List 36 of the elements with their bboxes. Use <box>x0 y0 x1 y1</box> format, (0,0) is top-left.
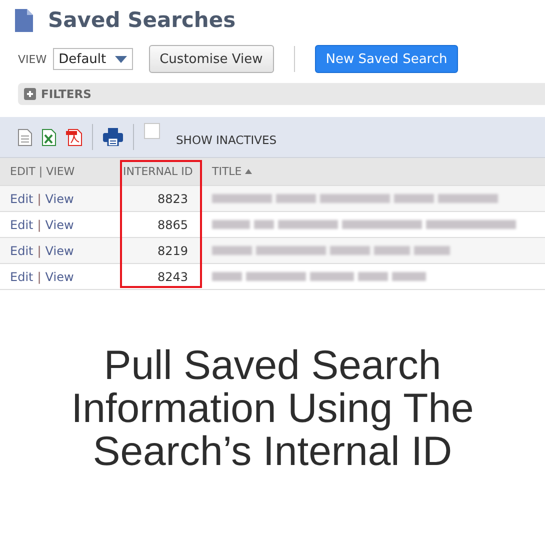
print-icon[interactable] <box>103 128 123 146</box>
edit-link[interactable]: Edit <box>10 218 34 232</box>
table-cell: 8243 <box>120 264 202 290</box>
caret-icon <box>114 56 127 62</box>
view-label: VIEW <box>18 52 47 66</box>
table-cell: 8823 <box>120 186 202 212</box>
view-link[interactable]: View <box>45 244 74 258</box>
caption-line: Search’s Internal ID <box>92 430 452 473</box>
filters-bar[interactable]: FILTERS <box>18 83 545 105</box>
document-icon[interactable] <box>18 128 32 146</box>
separator: | <box>37 244 42 258</box>
edit-link[interactable]: Edit <box>10 192 34 206</box>
customise-button[interactable]: Customise View <box>148 45 274 73</box>
document-icon <box>14 8 34 32</box>
separator: | <box>37 270 42 284</box>
view-link[interactable]: View <box>45 192 74 206</box>
spreadsheet-icon[interactable] <box>42 128 56 146</box>
plus-icon[interactable] <box>24 88 36 100</box>
view-link[interactable]: View <box>45 218 74 232</box>
filters-label: FILTERS <box>41 87 92 101</box>
edit-link[interactable]: Edit <box>10 244 34 258</box>
table-cell: 8219 <box>120 238 202 264</box>
view-link[interactable]: View <box>45 270 74 284</box>
column-header[interactable]: TITLE <box>202 158 545 186</box>
view-dropdown[interactable]: Default <box>52 48 133 70</box>
caption-line: Information Using The <box>71 387 474 430</box>
inactives-checkbox[interactable] <box>144 123 160 139</box>
inactives-label: SHOW INACTIVES <box>176 133 277 147</box>
caption-line: Pull Saved Search <box>104 344 442 387</box>
separator: | <box>37 192 42 206</box>
page-title: Saved Searches <box>48 8 236 32</box>
edit-link[interactable]: Edit <box>10 270 34 284</box>
separator: | <box>37 218 42 232</box>
new-search-button[interactable]: New Saved Search <box>314 45 458 73</box>
pdf-icon[interactable] <box>66 128 82 146</box>
column-header[interactable]: EDIT | VIEW <box>0 158 120 186</box>
